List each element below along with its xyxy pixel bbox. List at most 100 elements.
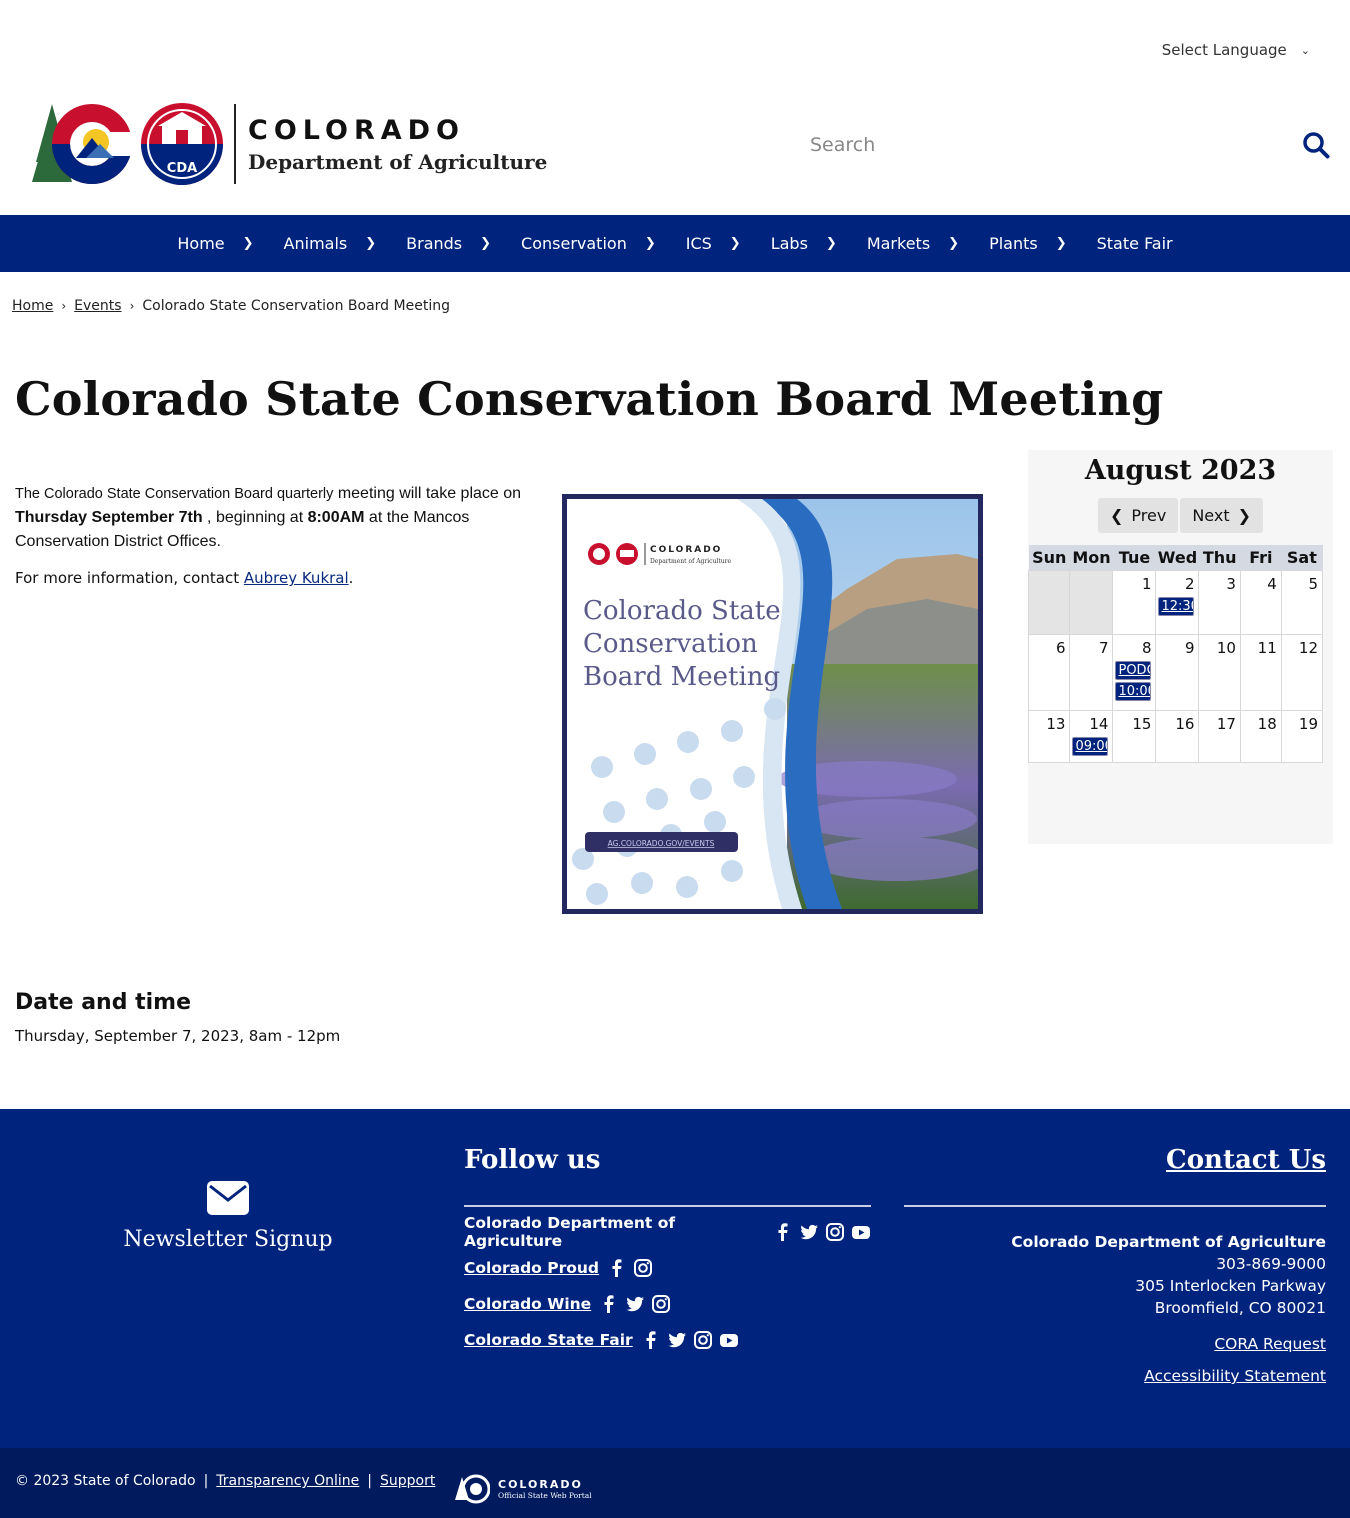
nav-item-state-fair[interactable]: State Fair [1082,234,1188,253]
cora-request-link[interactable]: CORA Request [904,1335,1326,1353]
calendar-event[interactable]: 10:00 [1115,681,1152,701]
calendar-day: 13 [1027,709,1071,763]
day-number: 15 [1132,714,1152,733]
nav-item-brands[interactable]: Brands ❯ [391,234,506,253]
calendar-day: 1 [1112,569,1157,635]
divider [464,1205,871,1207]
logo-divider [234,104,236,184]
nav-item-plants[interactable]: Plants ❯ [974,234,1082,253]
social-row: Colorado Department of Agriculture [464,1214,871,1250]
chevron-right-icon: ❯ [365,236,377,251]
calendar-next-button[interactable]: Next ❯ [1180,498,1263,533]
accessibility-statement-link[interactable]: Accessibility Statement [904,1367,1326,1385]
chevron-left-icon: ❮ [1110,506,1124,525]
event-description: The Colorado State Conservation Board qu… [15,482,535,590]
language-selector[interactable]: Select Language ⌄ [1162,41,1310,59]
nav-item-animals[interactable]: Animals ❯ [269,234,392,253]
twitter-icon[interactable] [625,1294,645,1314]
day-number: 3 [1226,574,1236,593]
youtube-icon[interactable] [851,1222,871,1242]
nav-item-conservation[interactable]: Conservation ❯ [506,234,671,253]
youtube-icon[interactable] [719,1330,739,1350]
calendar-day: 4 [1239,569,1282,635]
chevron-right-icon: ❯ [242,236,254,251]
twitter-icon[interactable] [667,1330,687,1350]
state-portal-logo[interactable]: COLORADO Official State Web Portal [454,1474,592,1504]
twitter-icon[interactable] [799,1222,819,1242]
instagram-icon[interactable] [651,1294,671,1314]
instagram-icon[interactable] [633,1258,653,1278]
event-image: COLORADO Department of Agriculture Color… [562,494,983,914]
calendar-day: 12 [1280,633,1324,711]
chevron-right-icon: ❯ [948,236,960,251]
nav-item-home[interactable]: Home ❯ [162,234,268,253]
nav-item-ics[interactable]: ICS ❯ [671,234,756,253]
colorado-wine-link[interactable]: Colorado Wine [464,1295,591,1313]
calendar-day: 7 [1069,633,1114,711]
portal-title: COLORADO [498,1478,583,1491]
badge-text: CDA [167,161,197,176]
main-nav: Home ❯ Animals ❯ Brands ❯ Conservation ❯ ICS… [0,215,1350,272]
colorado-state-fair-link[interactable]: Colorado State Fair [464,1331,633,1349]
day-number: 10 [1216,638,1236,657]
chevron-down-icon: ⌄ [1300,43,1310,57]
day-number: 19 [1298,714,1318,733]
newsletter-signup[interactable]: Newsletter Signup [118,1181,338,1252]
event-calendar: August 2023 ❮ Prev Next ❯ Sun Mon Tue Wed … [1027,450,1333,844]
calendar-prev-button[interactable]: ❮ Prev [1098,498,1179,533]
social-row: Colorado Wine [464,1293,871,1315]
calendar-day: 6 [1027,633,1071,711]
transparency-link[interactable]: Transparency Online [216,1473,359,1489]
portal-subtitle: Official State Web Portal [498,1491,592,1500]
day-number: 13 [1046,714,1066,733]
breadcrumb-events[interactable]: Events [74,298,121,314]
chevron-right-icon: ❯ [480,236,492,251]
contact-address: 305 Interlocken Parkway [1135,1277,1326,1295]
day-number: 18 [1257,714,1277,733]
day-number: 1 [1141,574,1152,593]
prev-label: Prev [1131,506,1167,525]
page-title: Colorado State Conservation Board Meetin… [15,372,1164,426]
colorado-proud-link[interactable]: Colorado Proud [464,1259,599,1277]
text-span: The Colorado State Conservation Board qu… [15,486,334,502]
image-title-line: Colorado State [583,596,781,626]
facebook-icon[interactable] [607,1258,627,1278]
contact-phone: 303-869-9000 [1216,1255,1326,1273]
calendar-event[interactable]: PODC [1115,660,1152,680]
calendar-month: August 2023 [1084,455,1277,486]
day-number: 12 [1298,638,1318,657]
facebook-icon[interactable] [773,1222,793,1242]
weekday-header: Tue [1112,545,1156,570]
site-logo[interactable]: CDA COLORADO Department of Agriculture [30,102,550,186]
support-link[interactable]: Support [380,1473,435,1489]
event-time-strong: 8:00AM [307,509,365,526]
date-time-heading: Date and time [15,990,192,1015]
site-footer: Newsletter Signup Follow us Colorado Dep… [0,1109,1350,1448]
nav-item-markets[interactable]: Markets ❯ [852,234,974,253]
separator: | [367,1473,373,1489]
image-title-line: Conservation [583,629,758,659]
nav-item-labs[interactable]: Labs ❯ [756,234,852,253]
search-input[interactable] [810,134,1270,156]
facebook-icon[interactable] [641,1330,661,1350]
date-time-value: Thursday, September 7, 2023, 8am - 12pm [15,1027,341,1045]
nav-label: Animals [283,234,348,253]
chevron-right-icon: ❯ [825,236,837,251]
search-icon[interactable] [1302,131,1330,159]
calendar-event[interactable]: 12:30 [1158,596,1195,616]
calendar-event[interactable]: 09:00 [1072,736,1109,756]
next-label: Next [1192,506,1230,525]
instagram-icon[interactable] [693,1330,713,1350]
text-span: , beginning at [202,509,308,526]
contact-paragraph: For more information, contact Aubrey Kuk… [15,566,535,590]
nav-label: Labs [770,234,808,253]
calendar-day: 18 [1239,709,1282,763]
contact-us-link[interactable]: Contact Us [904,1145,1326,1175]
breadcrumb-home[interactable]: Home [12,298,53,314]
cda-badge-icon: CDA [141,103,223,185]
facebook-icon[interactable] [599,1294,619,1314]
contact-link[interactable]: Aubrey Kukral [244,569,349,587]
text-span: For more information, contact [15,569,244,587]
calendar-day: 3 [1198,569,1241,635]
instagram-icon[interactable] [825,1222,845,1242]
